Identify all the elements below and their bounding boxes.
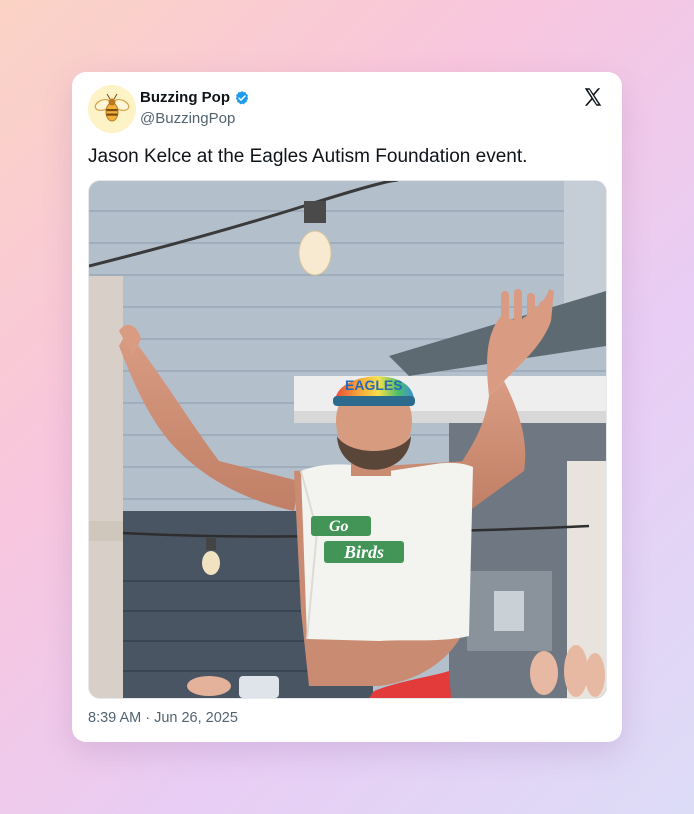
x-logo-icon[interactable] — [582, 86, 604, 108]
shirt-print-text-1: Go — [329, 518, 349, 535]
author-name[interactable]: Buzzing Pop — [140, 89, 230, 106]
cap-print-text: EAGLES — [345, 377, 403, 393]
shirt-print-text-2: Birds — [343, 542, 384, 562]
bee-logo-icon — [88, 85, 136, 133]
avatar[interactable] — [88, 85, 136, 133]
verified-badge-icon — [235, 90, 249, 104]
photo-scene: Go Birds EAGLES — [89, 181, 606, 698]
author-handle[interactable]: @BuzzingPop — [140, 110, 235, 127]
post-photo[interactable]: Go Birds EAGLES — [88, 180, 607, 699]
post-card[interactable]: Buzzing Pop @BuzzingPop Jason Kelce at t… — [72, 72, 622, 742]
author-row: Buzzing Pop — [140, 89, 250, 106]
post-text: Jason Kelce at the Eagles Autism Foundat… — [88, 146, 528, 167]
post-timestamp[interactable]: 8:39 AM · Jun 26, 2025 — [88, 710, 238, 726]
